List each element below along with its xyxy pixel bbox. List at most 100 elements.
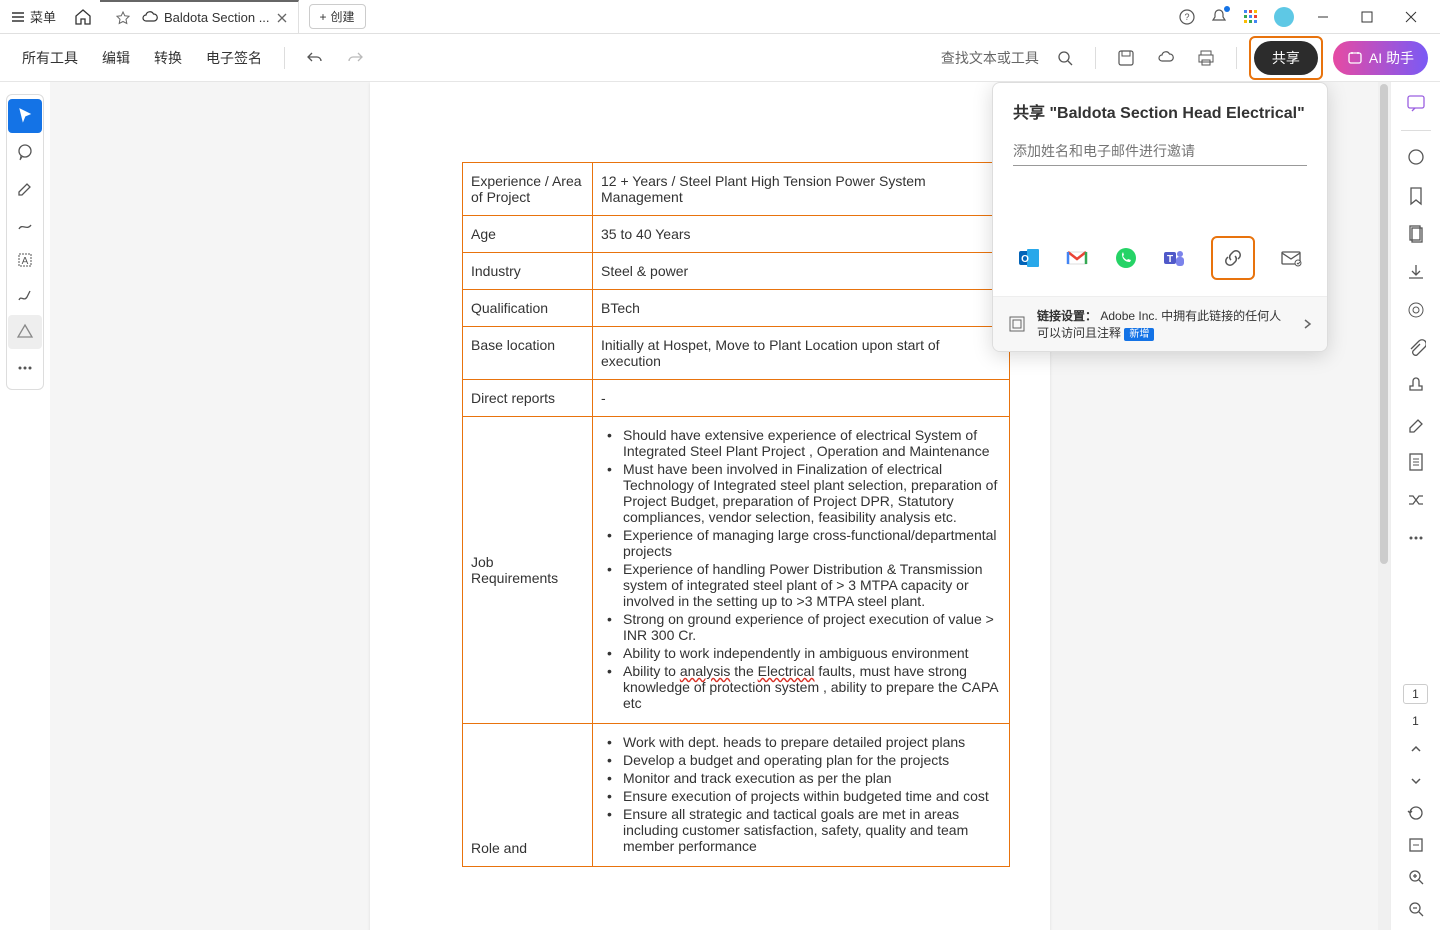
rotate-button[interactable]	[1405, 802, 1427, 824]
panel-doc-button[interactable]	[1405, 451, 1427, 473]
panel-more-button[interactable]	[1405, 527, 1427, 549]
bullet-item: Ability to work independently in ambiguo…	[601, 645, 1001, 661]
panel-stamp-button[interactable]	[1405, 375, 1427, 397]
tab-close-button[interactable]	[276, 12, 288, 24]
attach-icon	[1406, 338, 1426, 358]
cell-value: 35 to 40 Years	[593, 216, 1010, 253]
panel-target-button[interactable]	[1405, 299, 1427, 321]
panel-chat-button[interactable]	[1405, 92, 1427, 114]
mail-share-button[interactable]	[1279, 246, 1303, 270]
ai-label: AI 助手	[1369, 48, 1414, 68]
user-avatar[interactable]	[1274, 7, 1294, 27]
draw-tool[interactable]	[8, 207, 42, 241]
invite-input[interactable]	[1013, 137, 1307, 166]
undo-icon	[306, 49, 324, 67]
document-canvas[interactable]: Experience / Area of Project12 + Years /…	[50, 82, 1390, 930]
panel-bookmarks-button[interactable]	[1405, 185, 1427, 207]
sign-icon	[16, 287, 34, 305]
svg-text:O: O	[1021, 254, 1029, 265]
share-popup: 共享 "Baldota Section Head Electrical" O T…	[992, 82, 1328, 352]
page-current-input[interactable]: 1	[1403, 684, 1428, 704]
panel-erase-button[interactable]	[1405, 413, 1427, 435]
apps-button[interactable]	[1242, 8, 1260, 26]
share-button[interactable]: 共享	[1254, 41, 1318, 75]
minimize-button[interactable]	[1308, 11, 1338, 23]
whatsapp-share-button[interactable]	[1114, 246, 1138, 270]
zoom-in-button[interactable]	[1405, 866, 1427, 888]
link-settings-expand[interactable]	[1301, 318, 1313, 330]
target-icon	[1406, 300, 1426, 320]
esign-button[interactable]: 电子签名	[196, 42, 272, 74]
bullet-item: Experience of handling Power Distributio…	[601, 561, 1001, 609]
document-page: Experience / Area of Project12 + Years /…	[370, 82, 1050, 930]
divider	[1095, 47, 1096, 69]
cell-label: Role and	[463, 724, 593, 867]
sign-tool[interactable]	[8, 279, 42, 313]
cell-value: Initially at Hospet, Move to Plant Locat…	[593, 327, 1010, 380]
mail-icon	[1280, 247, 1302, 269]
fit-button[interactable]	[1405, 834, 1427, 856]
link-icon	[1223, 248, 1243, 268]
erase-icon	[1406, 414, 1426, 434]
text-tool[interactable]: A	[8, 243, 42, 277]
create-label: 创建	[331, 8, 355, 25]
help-button[interactable]: ?	[1178, 8, 1196, 26]
document-tab[interactable]: Baldota Section ...	[100, 0, 299, 33]
copy-link-button[interactable]	[1221, 246, 1245, 270]
svg-text:A: A	[22, 256, 29, 267]
star-icon	[116, 11, 130, 25]
scroll-thumb[interactable]	[1380, 84, 1388, 564]
ai-assistant-button[interactable]: AI 助手	[1333, 41, 1428, 75]
zoom-out-button[interactable]	[1405, 898, 1427, 920]
left-sidebar: A	[0, 82, 50, 930]
search-label[interactable]: 查找文本或工具	[941, 48, 1039, 68]
scrollbar[interactable]	[1378, 82, 1390, 930]
convert-button[interactable]: 转换	[144, 42, 192, 74]
link-settings-label: 链接设置：	[1037, 309, 1097, 323]
gmail-share-button[interactable]	[1065, 246, 1089, 270]
panel-pages-button[interactable]	[1405, 223, 1427, 245]
svg-text:T: T	[1167, 254, 1173, 265]
panel-comments-button[interactable]	[1405, 147, 1427, 169]
page-down-button[interactable]	[1405, 770, 1427, 792]
cloud-button[interactable]	[1150, 42, 1182, 74]
save-button[interactable]	[1110, 42, 1142, 74]
close-window-button[interactable]	[1396, 11, 1426, 23]
menu-button[interactable]: 菜单	[0, 0, 66, 33]
print-button[interactable]	[1190, 42, 1222, 74]
undo-button[interactable]	[299, 42, 331, 74]
shape-tool[interactable]	[8, 315, 42, 349]
maximize-button[interactable]	[1352, 11, 1382, 23]
outlook-share-button[interactable]: O	[1017, 246, 1041, 270]
cell-label: Industry	[463, 253, 593, 290]
redo-button[interactable]	[339, 42, 371, 74]
maximize-icon	[1361, 11, 1373, 23]
highlight-tool[interactable]	[8, 171, 42, 205]
print-icon	[1197, 49, 1215, 67]
bookmark-icon	[1406, 186, 1426, 206]
select-tool[interactable]	[8, 99, 42, 133]
search-button[interactable]	[1049, 42, 1081, 74]
panel-attach-button[interactable]	[1405, 337, 1427, 359]
panel-shuffle-button[interactable]	[1405, 489, 1427, 511]
link-settings-row[interactable]: 链接设置： Adobe Inc. 中拥有此链接的任何人可以访问且注释 新增	[993, 296, 1327, 351]
redo-icon	[346, 49, 364, 67]
home-button[interactable]	[66, 8, 100, 26]
star-button[interactable]	[110, 11, 136, 25]
more-tools[interactable]	[8, 351, 42, 385]
create-tab-button[interactable]: + 创建	[309, 4, 366, 29]
bullet-item: Ensure all strategic and tactical goals …	[601, 806, 1001, 854]
bullet-item: Ability to analysis the Electrical fault…	[601, 663, 1001, 711]
notifications-button[interactable]	[1210, 8, 1228, 26]
all-tools-button[interactable]: 所有工具	[12, 42, 88, 74]
edit-button[interactable]: 编辑	[92, 42, 140, 74]
teams-share-button[interactable]: T	[1162, 246, 1186, 270]
page-up-button[interactable]	[1405, 738, 1427, 760]
bullet-item: Should have extensive experience of elec…	[601, 427, 1001, 459]
fit-icon	[1407, 836, 1425, 854]
bullet-item: Work with dept. heads to prepare detaile…	[601, 734, 1001, 750]
comment-tool[interactable]	[8, 135, 42, 169]
page-total: 1	[1412, 714, 1419, 728]
text-icon: A	[16, 251, 34, 269]
panel-export-button[interactable]	[1405, 261, 1427, 283]
